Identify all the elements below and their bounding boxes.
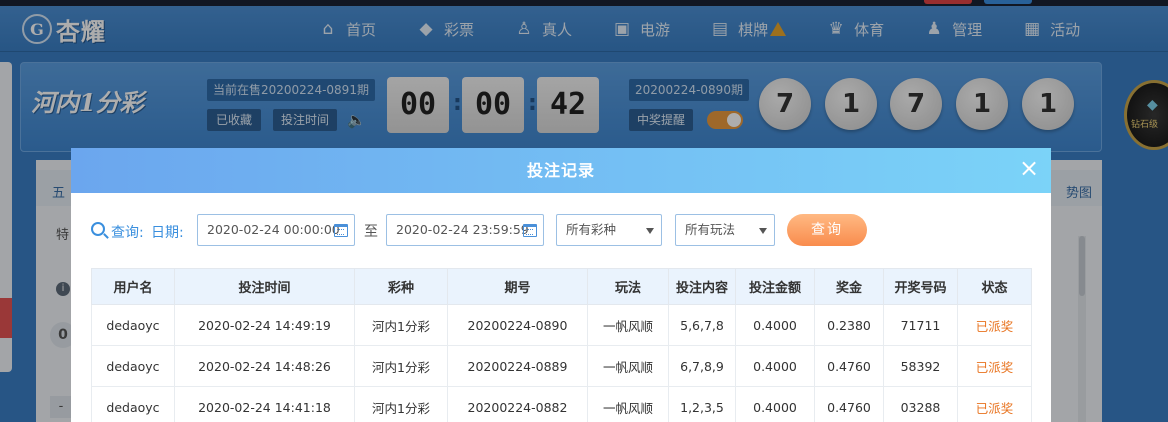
chevron-down-icon <box>646 228 654 234</box>
cell-period: 20200224-0889 <box>447 345 588 387</box>
lottery-type-select[interactable]: 所有彩种 <box>556 214 662 246</box>
cell-period: 20200224-0882 <box>447 386 588 422</box>
cell-status: 已派奖 <box>957 345 1032 387</box>
cell-prize: 0.4760 <box>814 345 884 387</box>
chevron-down-icon <box>759 228 767 234</box>
table-row[interactable]: dedaoyc 2020-02-24 14:41:18 河内1分彩 202002… <box>91 386 1032 422</box>
search-icon <box>91 222 105 236</box>
start-date-value: 2020-02-24 00:00:00 <box>207 222 340 237</box>
cell-play: 一帆风顺 <box>587 304 669 346</box>
cell-lottery: 河内1分彩 <box>354 304 448 346</box>
column-header: 期号 <box>447 268 588 305</box>
cell-amount: 0.4000 <box>735 345 815 387</box>
cell-username: dedaoyc <box>91 386 175 422</box>
cell-period: 20200224-0890 <box>447 304 588 346</box>
column-header: 彩种 <box>354 268 448 305</box>
column-header: 用户名 <box>91 268 175 305</box>
bet-records-modal: 投注记录 × 查询: 日期: 2020-02-24 00:00:00 至 202… <box>71 148 1051 422</box>
cell-lottery: 河内1分彩 <box>354 345 448 387</box>
column-header: 开奖号码 <box>883 268 958 305</box>
cell-amount: 0.4000 <box>735 304 815 346</box>
cell-username: dedaoyc <box>91 345 175 387</box>
cell-lottery: 河内1分彩 <box>354 386 448 422</box>
cell-amount: 0.4000 <box>735 386 815 422</box>
end-date-input[interactable]: 2020-02-24 23:59:59 <box>386 214 544 246</box>
cell-content: 6,7,8,9 <box>668 345 736 387</box>
column-header: 状态 <box>957 268 1032 305</box>
column-header: 奖金 <box>814 268 884 305</box>
cell-bet-time: 2020-02-24 14:41:18 <box>174 386 355 422</box>
date-label: 日期: <box>151 225 184 241</box>
query-button[interactable]: 查询 <box>787 214 867 246</box>
records-table-wrap: 用户名 投注时间 彩种 期号 玩法 投注内容 投注金额 奖金 开奖号码 状态 d… <box>91 268 1032 422</box>
cell-username: dedaoyc <box>91 304 175 346</box>
table-row[interactable]: dedaoyc 2020-02-24 14:48:26 河内1分彩 202002… <box>91 345 1032 387</box>
close-icon[interactable]: × <box>1017 156 1041 180</box>
cell-content: 5,6,7,8 <box>668 304 736 346</box>
query-label: 查询: <box>111 225 144 241</box>
cell-status: 已派奖 <box>957 386 1032 422</box>
lottery-type-value: 所有彩种 <box>566 222 617 237</box>
calendar-icon[interactable] <box>334 224 348 237</box>
play-type-value: 所有玩法 <box>685 222 736 237</box>
table-row[interactable]: dedaoyc 2020-02-24 14:49:19 河内1分彩 202002… <box>91 304 1032 346</box>
records-table: 用户名 投注时间 彩种 期号 玩法 投注内容 投注金额 奖金 开奖号码 状态 d… <box>91 268 1032 422</box>
to-label: 至 <box>364 224 378 240</box>
column-header: 投注内容 <box>668 268 736 305</box>
cell-draw-number: 58392 <box>883 345 958 387</box>
start-date-input[interactable]: 2020-02-24 00:00:00 <box>197 214 355 246</box>
cell-play: 一帆风顺 <box>587 386 669 422</box>
end-date-value: 2020-02-24 23:59:59 <box>396 222 529 237</box>
modal-header: 投注记录 × <box>71 148 1051 193</box>
filter-bar: 查询: 日期: 2020-02-24 00:00:00 至 2020-02-24… <box>71 214 1051 248</box>
column-header: 投注金额 <box>735 268 815 305</box>
cell-bet-time: 2020-02-24 14:48:26 <box>174 345 355 387</box>
cell-prize: 0.4760 <box>814 386 884 422</box>
column-header: 玩法 <box>587 268 669 305</box>
cell-bet-time: 2020-02-24 14:49:19 <box>174 304 355 346</box>
cell-status: 已派奖 <box>957 304 1032 346</box>
cell-play: 一帆风顺 <box>587 345 669 387</box>
cell-content: 1,2,3,5 <box>668 386 736 422</box>
modal-title: 投注记录 <box>526 161 595 180</box>
cell-draw-number: 03288 <box>883 386 958 422</box>
cell-draw-number: 71711 <box>883 304 958 346</box>
column-header: 投注时间 <box>174 268 355 305</box>
table-header-row: 用户名 投注时间 彩种 期号 玩法 投注内容 投注金额 奖金 开奖号码 状态 <box>91 268 1032 305</box>
cell-prize: 0.2380 <box>814 304 884 346</box>
calendar-icon[interactable] <box>523 224 537 237</box>
play-type-select[interactable]: 所有玩法 <box>675 214 775 246</box>
